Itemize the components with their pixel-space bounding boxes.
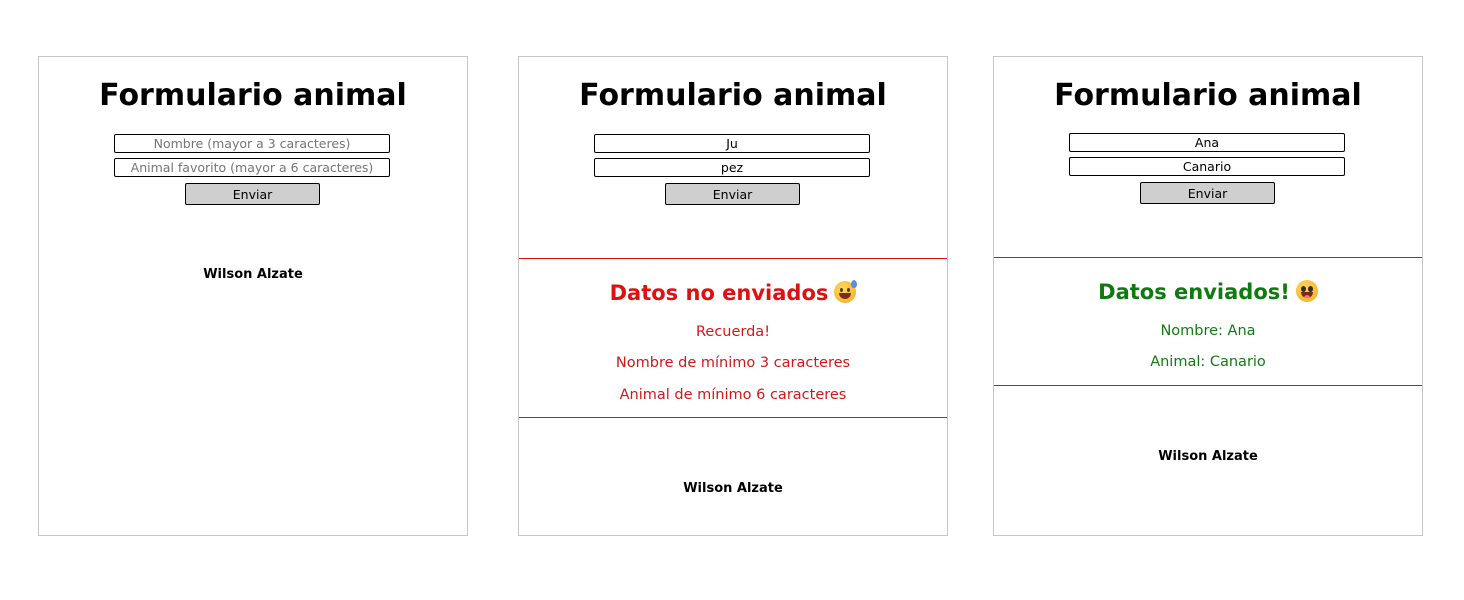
form-title: Formulario animal bbox=[1054, 78, 1362, 113]
success-line-animal: Animal: Canario bbox=[1150, 354, 1266, 370]
author-name: Wilson Alzate bbox=[1158, 449, 1258, 464]
success-title: Datos enviados! bbox=[994, 279, 1422, 305]
animal-input[interactable] bbox=[594, 158, 870, 177]
name-input[interactable] bbox=[594, 134, 870, 153]
grinning-tongue-emoji-icon bbox=[1295, 280, 1318, 302]
success-message-box: Datos enviados! Nombre: Ana Animal: Cana… bbox=[994, 257, 1422, 386]
error-title-text: Datos no enviados bbox=[609, 281, 829, 305]
success-title-text: Datos enviados! bbox=[1098, 280, 1290, 304]
error-message-box: Datos no enviados Recuerda! Nombre de mí… bbox=[519, 258, 947, 418]
author-name: Wilson Alzate bbox=[203, 267, 303, 282]
submit-button[interactable]: Enviar bbox=[665, 183, 800, 205]
error-line-animal-rule: Animal de mínimo 6 caracteres bbox=[619, 387, 847, 403]
name-input[interactable] bbox=[1069, 133, 1345, 152]
author-name: Wilson Alzate bbox=[683, 481, 783, 496]
error-title: Datos no enviados bbox=[519, 280, 947, 306]
form-panel-error: Formulario animal Enviar Datos no enviad… bbox=[518, 56, 948, 536]
error-line-name-rule: Nombre de mínimo 3 caracteres bbox=[615, 355, 851, 371]
animal-input[interactable] bbox=[114, 158, 390, 177]
submit-button[interactable]: Enviar bbox=[1140, 182, 1275, 204]
form-title: Formulario animal bbox=[99, 78, 407, 113]
grinning-sweat-emoji-icon bbox=[834, 280, 858, 303]
form-panel-empty: Formulario animal Enviar Wilson Alzate bbox=[38, 56, 468, 536]
form-panel-success: Formulario animal Enviar Datos enviados!… bbox=[993, 56, 1423, 536]
submit-button[interactable]: Enviar bbox=[185, 183, 320, 205]
name-input[interactable] bbox=[114, 134, 390, 153]
success-line-name: Nombre: Ana bbox=[1160, 323, 1256, 339]
animal-input[interactable] bbox=[1069, 157, 1345, 176]
error-line-reminder: Recuerda! bbox=[695, 324, 771, 340]
form-title: Formulario animal bbox=[579, 78, 887, 113]
